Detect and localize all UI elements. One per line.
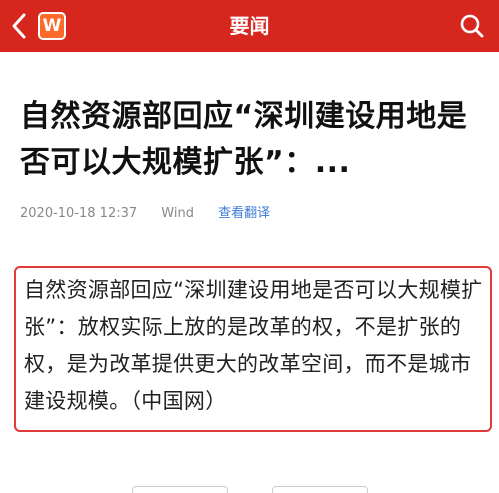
translate-link[interactable]: 查看翻译 — [218, 206, 270, 221]
article-meta: 2020-10-18 12:37 Wind 查看翻译 — [20, 202, 290, 221]
article-datetime: 2020-10-18 12:37 — [20, 206, 138, 221]
article-source: Wind — [161, 206, 194, 221]
bottom-action-button-left[interactable] — [132, 486, 228, 493]
app-screen: W 要闻 自然资源部回应“深圳建设用地是否可以大规模扩张”：... 2020-1… — [0, 0, 499, 493]
page-title: 要闻 — [229, 14, 270, 38]
nav-bar: W 要闻 — [0, 0, 499, 52]
bottom-action-button-right[interactable] — [272, 486, 368, 493]
highlighted-quote-box: 自然资源部回应“深圳建设用地是否可以大规模扩张”：放权实际上放的是改革的权，不是… — [14, 266, 492, 432]
article-headline: 自然资源部回应“深圳建设用地是否可以大规模扩张”：... — [20, 99, 468, 180]
search-icon — [460, 14, 484, 38]
quote-text: 自然资源部回应“深圳建设用地是否可以大规模扩张”：放权实际上放的是改革的权，不是… — [24, 278, 483, 413]
search-button[interactable] — [459, 13, 485, 39]
